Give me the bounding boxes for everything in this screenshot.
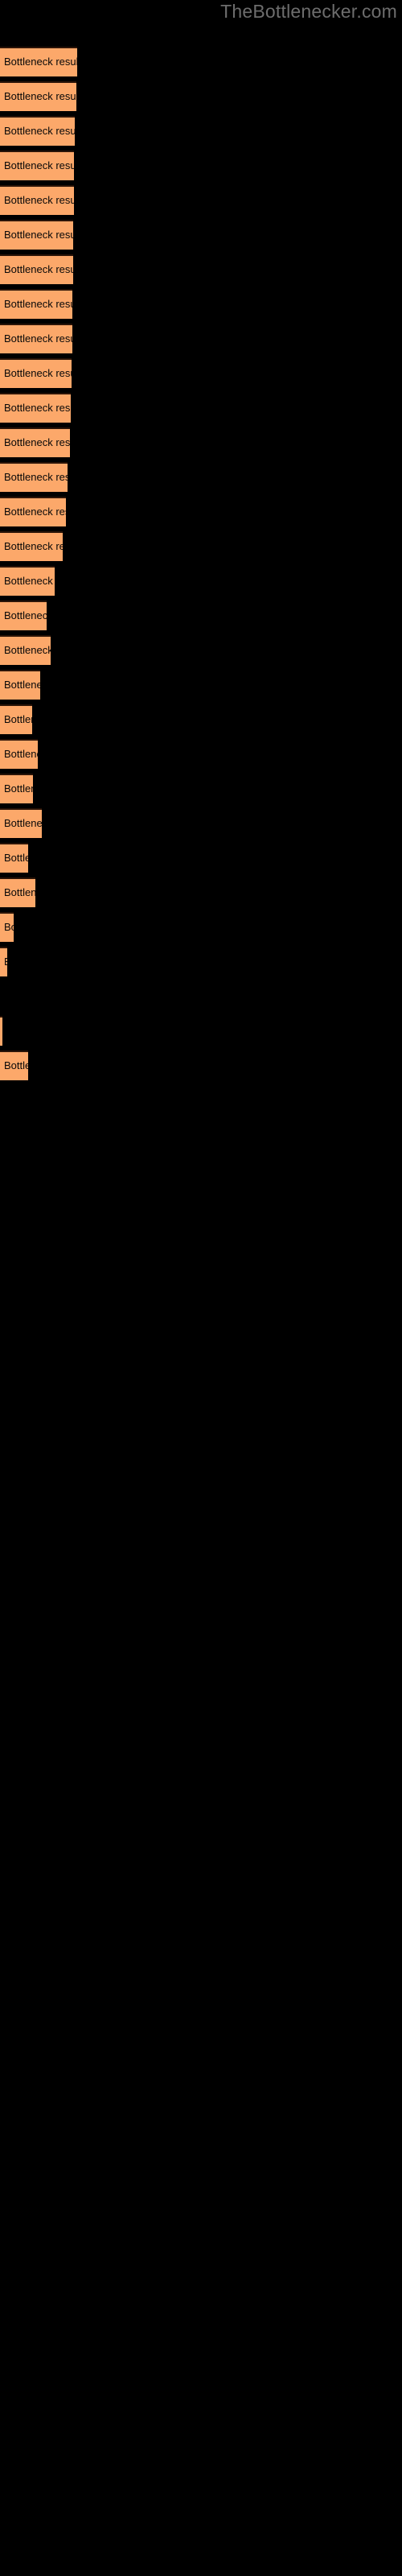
bar[interactable]: Bottleneck result	[0, 877, 35, 907]
bar-label: Bottleneck result	[4, 852, 28, 864]
bottleneck-chart: TheBottlenecker.com Bottleneck result Bot…	[0, 0, 402, 2576]
bar[interactable]: Bottleneck result	[0, 601, 47, 630]
bar-label: Bottleneck result	[4, 125, 75, 137]
bar-row: Bottleneck result	[0, 808, 402, 838]
bar-label: Bottleneck result	[4, 955, 7, 968]
bar[interactable]: Bottleneck result	[0, 774, 33, 803]
bar-label: Bottleneck result	[4, 90, 76, 102]
bar-row: Bottleneck result	[0, 254, 402, 284]
bar-row: Bottleneck result	[0, 462, 402, 492]
bar-label: Bottleneck result	[4, 471, 68, 483]
bar[interactable]: Bottleneck result	[0, 566, 55, 596]
bar-row: Bottleneck result	[0, 47, 402, 76]
bar-label: Bottleneck result	[4, 817, 42, 829]
bar-label: Bottleneck result	[4, 332, 72, 345]
bar-row: Bottleneck result	[0, 566, 402, 596]
bar-row: Bottleneck result	[0, 531, 402, 561]
bar[interactable]: Bottleneck result	[0, 81, 76, 111]
bar[interactable]: Bottleneck result	[0, 324, 72, 353]
bar-row: Bottleneck result	[0, 739, 402, 769]
bar-label: Bottleneck result	[4, 644, 51, 656]
bar-label: Bottleneck result	[4, 263, 73, 275]
bar[interactable]: Bottleneck result	[0, 739, 38, 769]
bar-label: Bottleneck result	[4, 298, 72, 310]
bar[interactable]: Bottleneck result	[0, 808, 42, 838]
bar-row: Bottleneck result	[0, 1051, 402, 1080]
bar[interactable]: Bottleneck result	[0, 670, 40, 700]
bar-label: Bottleneck result	[4, 1059, 28, 1071]
bar-row: Bottleneck result	[0, 912, 402, 942]
bar-label: Bottleneck result	[4, 540, 63, 552]
bar[interactable]: Bottleneck result	[0, 1051, 28, 1080]
bar-label: Bottleneck result	[4, 609, 47, 621]
bar-row: Bottleneck result	[0, 877, 402, 907]
bar-row: Bottleneck result	[0, 358, 402, 388]
bar-row: Bottleneck result	[0, 497, 402, 526]
bar-label: Bottleneck result	[4, 159, 74, 171]
bar-label: Bottleneck result	[4, 679, 40, 691]
bar-row: Bottleneck result	[0, 1016, 402, 1046]
bar[interactable]: Bottleneck result	[0, 912, 14, 942]
bar-label: Bottleneck result	[4, 886, 35, 898]
bar-label: Bottleneck result	[4, 194, 74, 206]
bar-row: Bottleneck result	[0, 185, 402, 215]
bar[interactable]: Bottleneck result	[0, 497, 66, 526]
bar-row: Bottleneck result	[0, 704, 402, 734]
bar-row: Bottleneck result	[0, 670, 402, 700]
bar-label: Bottleneck result	[4, 782, 33, 795]
bar[interactable]: Bottleneck result	[0, 116, 75, 146]
bar-label: Bottleneck result	[4, 506, 66, 518]
bar[interactable]: Bottleneck result	[0, 843, 28, 873]
bar-label: Bottleneck result	[4, 367, 72, 379]
bar[interactable]: Bottleneck result	[0, 427, 70, 457]
bar[interactable]: Bottleneck result	[0, 185, 74, 215]
bar[interactable]: Bottleneck result	[0, 151, 74, 180]
bar[interactable]: Bottleneck result	[0, 254, 73, 284]
bar-row: Bottleneck result	[0, 220, 402, 250]
bar[interactable]: Bottleneck result	[0, 947, 7, 976]
bar-label: Bottleneck result	[4, 921, 14, 933]
bar[interactable]: Bottleneck result	[0, 704, 32, 734]
bar-row: Bottleneck result	[0, 393, 402, 423]
bar-row: Bottleneck result	[0, 774, 402, 803]
bar-label: Bottleneck result	[4, 402, 71, 414]
bar[interactable]: Bottleneck result	[0, 462, 68, 492]
bar-row: Bottleneck result	[0, 151, 402, 180]
bar-series: Bottleneck result Bottleneck result Bottle…	[0, 0, 402, 2576]
bar-row: Bottleneck result	[0, 289, 402, 319]
bar-row: Bottleneck result	[0, 601, 402, 630]
bar-row: Bottleneck result	[0, 947, 402, 976]
bar[interactable]: Bottleneck result	[0, 47, 77, 76]
bar-row: Bottleneck result	[0, 427, 402, 457]
bar[interactable]: Bottleneck result	[0, 635, 51, 665]
bar-label: Bottleneck result	[4, 575, 55, 587]
bar-row: Bottleneck result	[0, 843, 402, 873]
bar[interactable]: Bottleneck result	[0, 358, 72, 388]
bar[interactable]: Bottleneck result	[0, 220, 73, 250]
bar[interactable]: Bottleneck result	[0, 1016, 2, 1046]
bar-row: Bottleneck result	[0, 981, 402, 1011]
bar[interactable]: Bottleneck result	[0, 531, 63, 561]
bar-row: Bottleneck result	[0, 324, 402, 353]
bar-label: Bottleneck result	[4, 713, 32, 725]
bar[interactable]: Bottleneck result	[0, 393, 71, 423]
bar-label: Bottleneck result	[4, 748, 38, 760]
bar-row: Bottleneck result	[0, 81, 402, 111]
bar[interactable]: Bottleneck result	[0, 289, 72, 319]
bar-label: Bottleneck result	[4, 229, 73, 241]
bar-label: Bottleneck result	[4, 436, 70, 448]
bar-label: Bottleneck result	[4, 56, 77, 68]
bar-row: Bottleneck result	[0, 116, 402, 146]
bar-row: Bottleneck result	[0, 635, 402, 665]
